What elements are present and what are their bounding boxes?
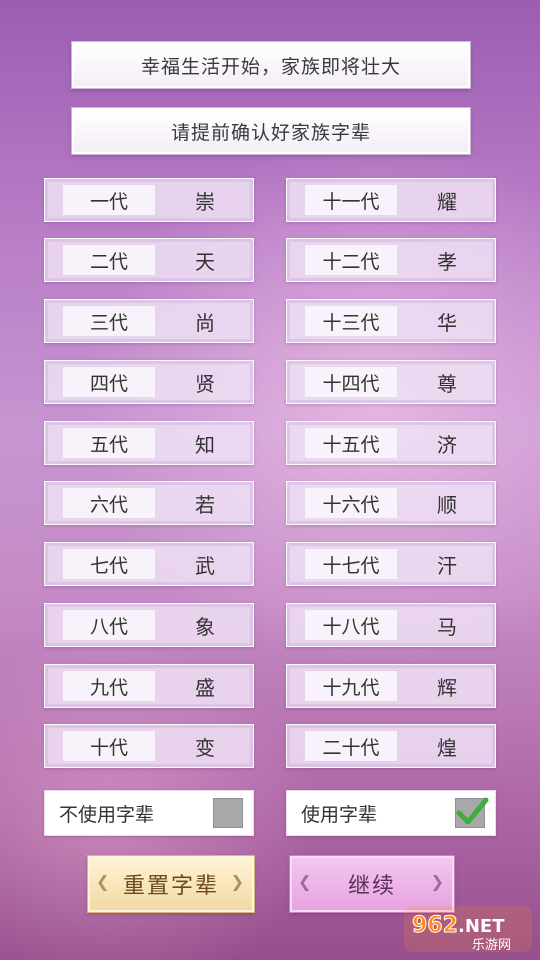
generation-char[interactable]: 盛 [165, 671, 245, 701]
generation-row-18[interactable]: 十八代 马 [286, 603, 496, 647]
generation-char[interactable]: 变 [165, 731, 245, 761]
generation-label: 十三代 [305, 306, 397, 336]
generation-row-13[interactable]: 十三代 华 [286, 299, 496, 343]
generation-row-7[interactable]: 七代 武 [44, 542, 254, 586]
generation-char[interactable]: 孝 [407, 245, 487, 275]
confirm-text: 请提前确认好家族字辈 [170, 121, 371, 144]
generation-char[interactable]: 崇 [165, 185, 245, 215]
confirm-banner: 请提前确认好家族字辈 [71, 107, 471, 155]
no-generation-names-checkbox[interactable] [213, 798, 243, 828]
generation-label: 十五代 [305, 428, 397, 458]
no-generation-names-label: 不使用字辈 [59, 803, 155, 826]
generation-char[interactable]: 马 [407, 610, 487, 640]
reset-names-button[interactable]: ❮ 重置字辈 ❯ [87, 855, 255, 913]
generation-char[interactable]: 耀 [407, 185, 487, 215]
generation-char[interactable]: 天 [165, 245, 245, 275]
use-generation-names-option[interactable]: 使用字辈 [286, 790, 496, 836]
generation-row-15[interactable]: 十五代 济 [286, 421, 496, 465]
generation-label: 十二代 [305, 245, 397, 275]
generation-row-4[interactable]: 四代 贤 [44, 360, 254, 404]
generation-row-6[interactable]: 六代 若 [44, 481, 254, 525]
generation-label: 二十代 [305, 731, 397, 761]
svg-text:.NET: .NET [458, 916, 505, 937]
generation-label: 十六代 [305, 488, 397, 518]
generation-row-9[interactable]: 九代 盛 [44, 664, 254, 708]
generation-char[interactable]: 象 [165, 610, 245, 640]
generation-row-11[interactable]: 十一代 耀 [286, 178, 496, 222]
site-watermark-logo: 962 .NET 乐游网 [402, 902, 534, 956]
ornament-right-icon: ❯ [430, 872, 446, 891]
intro-text: 幸福生活开始，家族即将壮大 [140, 55, 401, 78]
generation-row-16[interactable]: 十六代 顺 [286, 481, 496, 525]
generation-row-17[interactable]: 十七代 汗 [286, 542, 496, 586]
generation-label: 三代 [63, 306, 155, 336]
generation-char[interactable]: 汗 [407, 549, 487, 579]
generation-label: 十四代 [305, 367, 397, 397]
generation-char[interactable]: 辉 [407, 671, 487, 701]
generation-label: 四代 [63, 367, 155, 397]
generation-label: 十代 [63, 731, 155, 761]
generation-char[interactable]: 尚 [165, 306, 245, 336]
generation-char[interactable]: 知 [165, 428, 245, 458]
generation-char[interactable]: 顺 [407, 488, 487, 518]
svg-text:乐游网: 乐游网 [472, 938, 511, 953]
generation-char[interactable]: 若 [165, 488, 245, 518]
generation-char[interactable]: 贤 [165, 367, 245, 397]
generation-row-1[interactable]: 一代 崇 [44, 178, 254, 222]
use-generation-names-label: 使用字辈 [301, 803, 378, 826]
no-generation-names-option[interactable]: 不使用字辈 [44, 790, 254, 836]
generation-label: 十八代 [305, 610, 397, 640]
generation-char[interactable]: 尊 [407, 367, 487, 397]
generation-row-5[interactable]: 五代 知 [44, 421, 254, 465]
generation-label: 一代 [63, 185, 155, 215]
generation-row-10[interactable]: 十代 变 [44, 724, 254, 768]
generation-char[interactable]: 华 [407, 306, 487, 336]
generation-row-8[interactable]: 八代 象 [44, 603, 254, 647]
generation-label: 十九代 [305, 671, 397, 701]
checkmark-icon [456, 797, 489, 825]
generation-row-3[interactable]: 三代 尚 [44, 299, 254, 343]
intro-banner: 幸福生活开始，家族即将壮大 [71, 41, 471, 89]
generation-char[interactable]: 煌 [407, 731, 487, 761]
generation-label: 七代 [63, 549, 155, 579]
continue-label: 继续 [347, 874, 396, 899]
generation-label: 二代 [63, 245, 155, 275]
ornament-left-icon: ❮ [298, 872, 314, 891]
use-generation-names-checkbox[interactable] [455, 797, 489, 828]
generation-char[interactable]: 济 [407, 428, 487, 458]
generation-char[interactable]: 武 [165, 549, 245, 579]
generation-label: 九代 [63, 671, 155, 701]
generation-label: 六代 [63, 488, 155, 518]
generation-label: 十七代 [305, 549, 397, 579]
generation-label: 十一代 [305, 185, 397, 215]
ornament-left-icon: ❮ [96, 872, 112, 891]
generation-row-12[interactable]: 十二代 孝 [286, 238, 496, 282]
generation-row-2[interactable]: 二代 天 [44, 238, 254, 282]
generation-row-19[interactable]: 十九代 辉 [286, 664, 496, 708]
generation-row-14[interactable]: 十四代 尊 [286, 360, 496, 404]
svg-text:962: 962 [412, 913, 458, 938]
generation-label: 八代 [63, 610, 155, 640]
generation-row-20[interactable]: 二十代 煌 [286, 724, 496, 768]
reset-names-label: 重置字辈 [122, 874, 219, 899]
ornament-right-icon: ❯ [230, 872, 246, 891]
generation-label: 五代 [63, 428, 155, 458]
